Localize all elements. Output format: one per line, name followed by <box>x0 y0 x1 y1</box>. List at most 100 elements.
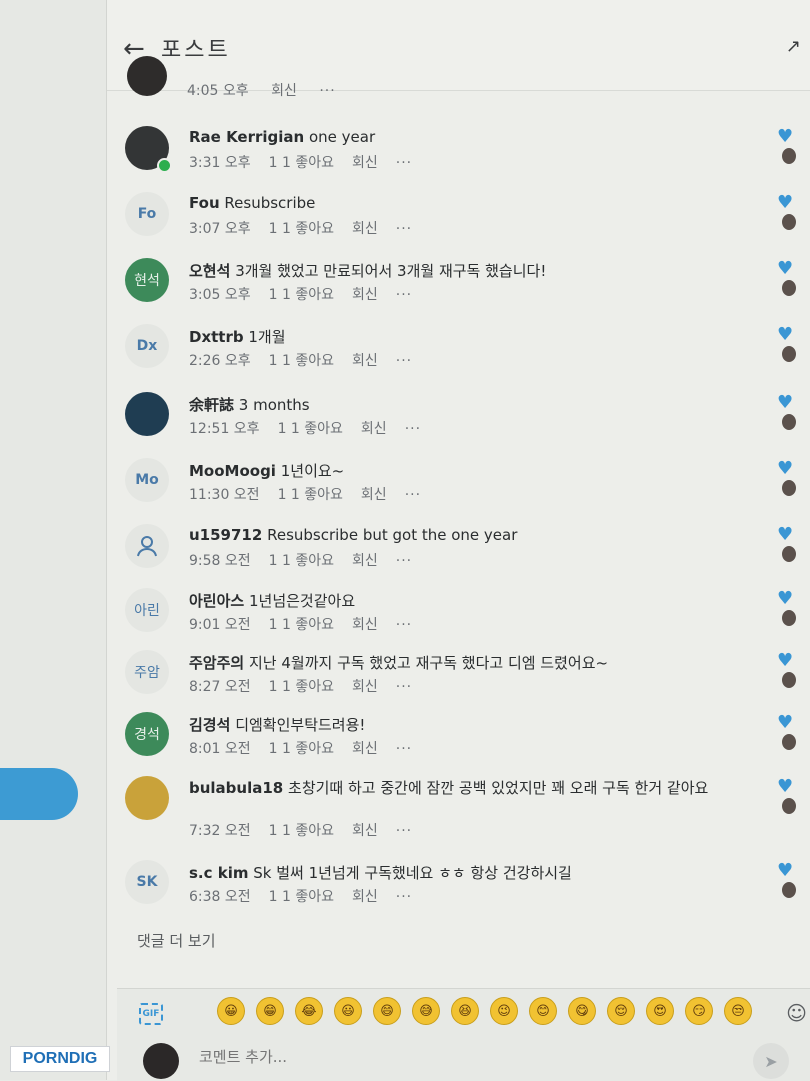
likes-count[interactable]: 1 1 좋아요 <box>269 553 334 569</box>
comment-time: 7:32 오전 <box>189 823 251 839</box>
reply-button[interactable]: 회신 <box>361 421 387 437</box>
comment-username[interactable]: u159712 <box>189 526 262 544</box>
emoji-bar: 😀 😁 😂 😃 😄 😅 😆 😉 😊 😋 😌 😍 😏 😒 <box>217 997 752 1025</box>
comment-username[interactable]: 주암주의 <box>189 654 244 672</box>
reply-button[interactable]: 회신 <box>352 221 378 237</box>
more-options-icon[interactable]: ··· <box>396 617 412 633</box>
comment-username[interactable]: Dxttrb <box>189 328 244 346</box>
likes-count[interactable]: 1 1 좋아요 <box>269 617 334 633</box>
heart-icon[interactable]: ♥ <box>777 258 793 279</box>
reply-button[interactable]: 회신 <box>352 889 378 905</box>
avatar[interactable] <box>125 392 169 436</box>
heart-icon[interactable]: ♥ <box>777 524 793 545</box>
likes-count[interactable]: 1 1 좋아요 <box>278 421 343 437</box>
emoji-button[interactable]: 😒 <box>724 997 752 1025</box>
reply-button[interactable]: 회신 <box>352 679 378 695</box>
reply-button[interactable]: 회신 <box>352 287 378 303</box>
more-options-icon[interactable]: ··· <box>396 553 412 569</box>
reply-button[interactable]: 회신 <box>352 741 378 757</box>
comment-input[interactable] <box>197 1047 681 1067</box>
comment-username[interactable]: 오현석 <box>189 262 230 280</box>
emoji-button[interactable]: 😉 <box>490 997 518 1025</box>
reply-button[interactable]: 회신 <box>352 353 378 369</box>
comment-item: Fo Fou Resubscribe 3:07 오후 1 1 좋아요 회신 ··· ♥ <box>107 192 810 256</box>
reply-button[interactable]: 회신 <box>271 83 297 99</box>
send-icon[interactable]: ➤ <box>753 1043 789 1079</box>
reply-button[interactable]: 회신 <box>352 155 378 171</box>
likes-count[interactable]: 1 1 좋아요 <box>269 679 334 695</box>
comment-username[interactable]: MooMoogi <box>189 462 276 480</box>
emoji-button[interactable]: 😊 <box>529 997 557 1025</box>
heart-icon[interactable]: ♥ <box>777 860 793 881</box>
reply-button[interactable]: 회신 <box>352 823 378 839</box>
emoji-button[interactable]: 😃 <box>334 997 362 1025</box>
comment-username[interactable]: Rae Kerrigian <box>189 128 304 146</box>
emoji-button[interactable]: 😅 <box>412 997 440 1025</box>
emoji-button[interactable]: 😄 <box>373 997 401 1025</box>
comment-username[interactable]: bulabula18 <box>189 779 283 797</box>
share-icon[interactable]: ↗ <box>786 36 801 57</box>
heart-icon[interactable]: ♥ <box>777 324 793 345</box>
heart-icon[interactable]: ♥ <box>777 392 793 413</box>
emoji-button[interactable]: 😀 <box>217 997 245 1025</box>
comment-username[interactable]: 余軒誌 <box>189 396 234 414</box>
more-options-icon[interactable]: ··· <box>319 83 335 99</box>
comment-username[interactable]: s.c kim <box>189 864 249 882</box>
side-action-button[interactable] <box>0 768 78 820</box>
emoji-button[interactable]: 😂 <box>295 997 323 1025</box>
more-options-icon[interactable]: ··· <box>405 487 421 503</box>
emoji-button[interactable]: 😌 <box>607 997 635 1025</box>
more-options-icon[interactable]: ··· <box>396 889 412 905</box>
avatar[interactable]: 경석 <box>125 712 169 756</box>
emoji-picker-icon[interactable]: ☺ <box>786 1001 807 1025</box>
more-options-icon[interactable]: ··· <box>396 741 412 757</box>
comment-username[interactable]: Fou <box>189 194 220 212</box>
heart-icon[interactable]: ♥ <box>777 776 793 797</box>
more-options-icon[interactable]: ··· <box>396 287 412 303</box>
more-options-icon[interactable]: ··· <box>396 679 412 695</box>
heart-icon[interactable]: ♥ <box>777 126 793 147</box>
avatar[interactable]: Mo <box>125 458 169 502</box>
likes-count[interactable]: 1 1 좋아요 <box>269 287 334 303</box>
likes-count[interactable]: 1 1 좋아요 <box>269 889 334 905</box>
emoji-button[interactable]: 😏 <box>685 997 713 1025</box>
likes-count[interactable]: 1 1 좋아요 <box>269 155 334 171</box>
avatar[interactable] <box>125 524 169 568</box>
more-options-icon[interactable]: ··· <box>396 221 412 237</box>
comment-text: 1개월 <box>248 328 286 346</box>
more-options-icon[interactable]: ··· <box>396 353 412 369</box>
heart-icon[interactable]: ♥ <box>777 192 793 213</box>
heart-icon[interactable]: ♥ <box>777 588 793 609</box>
comment-body: 김경석 디엠확인부탁드려용! <box>189 714 365 735</box>
avatar[interactable]: Dx <box>125 324 169 368</box>
reply-button[interactable]: 회신 <box>361 487 387 503</box>
likes-count[interactable]: 1 1 좋아요 <box>269 221 334 237</box>
emoji-button[interactable]: 😍 <box>646 997 674 1025</box>
avatar[interactable]: 현석 <box>125 258 169 302</box>
emoji-button[interactable]: 😁 <box>256 997 284 1025</box>
more-options-icon[interactable]: ··· <box>396 155 412 171</box>
comment-text: 3개월 했었고 만료되어서 3개월 재구독 했습니다! <box>235 262 547 280</box>
load-more-comments-link[interactable]: 댓글 더 보기 <box>137 930 216 951</box>
heart-icon[interactable]: ♥ <box>777 458 793 479</box>
emoji-button[interactable]: 😆 <box>451 997 479 1025</box>
heart-icon[interactable]: ♥ <box>777 650 793 671</box>
avatar[interactable]: SK <box>125 860 169 904</box>
heart-icon[interactable]: ♥ <box>777 712 793 733</box>
likes-count[interactable]: 1 1 좋아요 <box>269 823 334 839</box>
comment-username[interactable]: 김경석 <box>189 716 230 734</box>
emoji-button[interactable]: 😋 <box>568 997 596 1025</box>
more-options-icon[interactable]: ··· <box>396 823 412 839</box>
gif-icon[interactable]: GIF <box>139 1003 163 1025</box>
comment-username[interactable]: 아린아스 <box>189 592 244 610</box>
reply-button[interactable]: 회신 <box>352 553 378 569</box>
avatar[interactable]: 아린 <box>125 588 169 632</box>
likes-count[interactable]: 1 1 좋아요 <box>278 487 343 503</box>
avatar[interactable]: 주암 <box>125 650 169 694</box>
more-options-icon[interactable]: ··· <box>405 421 421 437</box>
likes-count[interactable]: 1 1 좋아요 <box>269 353 334 369</box>
likes-count[interactable]: 1 1 좋아요 <box>269 741 334 757</box>
avatar[interactable]: Fo <box>125 192 169 236</box>
avatar[interactable] <box>125 776 169 820</box>
reply-button[interactable]: 회신 <box>352 617 378 633</box>
